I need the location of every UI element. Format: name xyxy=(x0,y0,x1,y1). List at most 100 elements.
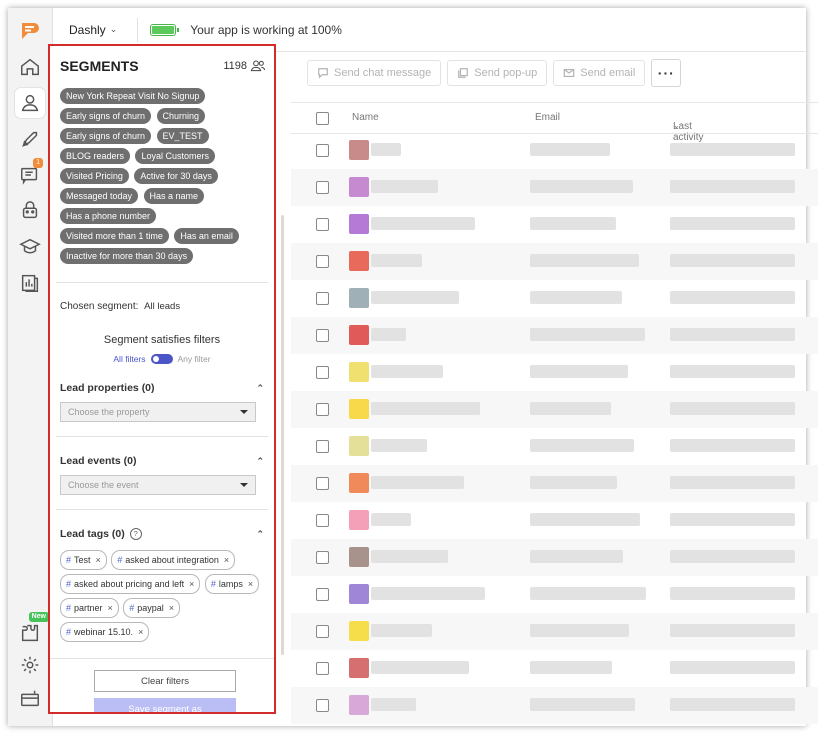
collapse-icon[interactable]: ⌃ xyxy=(256,383,264,394)
billing-icon[interactable] xyxy=(15,684,45,714)
table-row[interactable] xyxy=(291,428,818,465)
row-checkbox[interactable] xyxy=(316,625,329,638)
segment-chip[interactable]: BLOG readers xyxy=(60,148,131,164)
academy-icon[interactable] xyxy=(15,232,45,262)
segment-chip[interactable]: EV_TEST xyxy=(156,128,209,144)
remove-tag-icon[interactable]: × xyxy=(138,624,143,640)
app-selector[interactable]: Dashly ⌄ xyxy=(69,23,117,37)
column-name[interactable]: Name xyxy=(352,112,379,123)
row-checkbox[interactable] xyxy=(316,181,329,194)
segment-chip[interactable]: Inactive for more than 30 days xyxy=(60,248,194,264)
segment-chip[interactable]: Active for 30 days xyxy=(134,168,218,184)
leads-icon[interactable] xyxy=(15,88,45,118)
segment-chip[interactable]: Visited more than 1 time xyxy=(60,228,169,244)
save-segment-button[interactable]: Save segment as xyxy=(94,698,236,712)
row-checkbox[interactable] xyxy=(316,588,329,601)
tag-chip[interactable]: # webinar 15.10. × xyxy=(60,622,150,643)
any-filter-label[interactable]: Any filter xyxy=(178,354,211,364)
table-row[interactable] xyxy=(291,391,818,428)
tag-chip[interactable]: # lamps × xyxy=(204,574,260,595)
row-checkbox[interactable] xyxy=(316,514,329,527)
chats-icon[interactable]: 1 xyxy=(15,158,45,190)
segment-chip[interactable]: Has an email xyxy=(174,228,239,244)
table-row[interactable] xyxy=(291,687,818,724)
segment-chip[interactable]: Loyal Customers xyxy=(135,148,216,164)
table-row[interactable] xyxy=(291,280,818,317)
segment-chip[interactable]: Visited Pricing xyxy=(60,168,129,184)
clear-filters-button[interactable]: Clear filters xyxy=(94,670,236,692)
send-email-button[interactable]: Send email xyxy=(553,60,646,86)
remove-tag-icon[interactable]: × xyxy=(189,576,194,592)
select-all-checkbox[interactable] xyxy=(316,112,329,125)
segment-chip[interactable]: New York Repeat Visit No Signup xyxy=(60,88,206,104)
segment-chip[interactable]: Churning xyxy=(156,108,206,124)
tag-chip[interactable]: # partner × xyxy=(60,598,119,619)
lead-email-blurred xyxy=(530,513,640,526)
property-select[interactable]: Choose the property xyxy=(60,402,256,422)
divider xyxy=(56,436,268,437)
table-row[interactable] xyxy=(291,465,818,502)
send-popup-button[interactable]: Send pop-up xyxy=(447,60,548,86)
remove-tag-icon[interactable]: × xyxy=(169,600,174,616)
row-checkbox[interactable] xyxy=(316,144,329,157)
reports-icon[interactable] xyxy=(15,268,45,298)
avatar xyxy=(349,695,369,715)
row-checkbox[interactable] xyxy=(316,440,329,453)
remove-tag-icon[interactable]: × xyxy=(248,576,253,592)
send-chat-button[interactable]: Send chat message xyxy=(307,60,442,86)
tag-chip[interactable]: # asked about integration × xyxy=(111,550,236,571)
all-filters-label[interactable]: All filters xyxy=(113,354,145,364)
table-row[interactable] xyxy=(291,539,818,576)
rocket-icon[interactable] xyxy=(15,124,45,154)
hash-icon: # xyxy=(66,555,72,566)
row-checkbox[interactable] xyxy=(316,662,329,675)
table-row[interactable] xyxy=(291,206,818,243)
row-checkbox[interactable] xyxy=(316,292,329,305)
filter-mode-toggle[interactable]: All filters Any filter xyxy=(50,354,274,364)
table-row[interactable] xyxy=(291,502,818,539)
table-row[interactable] xyxy=(291,650,818,687)
row-checkbox[interactable] xyxy=(316,551,329,564)
collapse-icon[interactable]: ⌃ xyxy=(256,456,264,467)
remove-tag-icon[interactable]: × xyxy=(96,552,101,568)
panel-scrollbar[interactable] xyxy=(281,215,284,655)
more-actions-button[interactable]: ··· xyxy=(651,59,682,87)
filter-mode-switch[interactable] xyxy=(150,354,173,364)
row-checkbox[interactable] xyxy=(316,255,329,268)
tag-chip[interactable]: # paypal × xyxy=(123,598,181,619)
table-row[interactable] xyxy=(291,354,818,391)
chevron-down-icon: ⌄ xyxy=(109,24,118,34)
integrations-icon[interactable]: New xyxy=(15,612,49,648)
bot-icon[interactable] xyxy=(15,196,45,226)
table-row[interactable] xyxy=(291,169,818,206)
row-checkbox[interactable] xyxy=(316,218,329,231)
table-row[interactable] xyxy=(291,576,818,613)
home-icon[interactable] xyxy=(15,52,45,82)
row-checkbox[interactable] xyxy=(316,366,329,379)
lead-email-blurred xyxy=(530,661,612,674)
dashly-logo[interactable] xyxy=(15,16,45,46)
collapse-icon[interactable]: ⌃ xyxy=(256,529,264,540)
segment-chip[interactable]: Has a phone number xyxy=(60,208,157,224)
event-select[interactable]: Choose the event xyxy=(60,475,256,495)
row-checkbox[interactable] xyxy=(316,699,329,712)
tag-chip[interactable]: # asked about pricing and left × xyxy=(60,574,201,595)
remove-tag-icon[interactable]: × xyxy=(108,600,113,616)
row-checkbox[interactable] xyxy=(316,329,329,342)
segment-chip[interactable]: Messaged today xyxy=(60,188,139,204)
help-icon[interactable]: ? xyxy=(129,528,142,541)
segment-chip[interactable]: Has a name xyxy=(143,188,205,204)
tag-chip[interactable]: # Test × xyxy=(60,550,107,571)
table-row[interactable] xyxy=(291,132,818,169)
table-row[interactable] xyxy=(291,613,818,650)
segment-chip[interactable]: Early signs of churn xyxy=(60,108,152,124)
table-row[interactable] xyxy=(291,317,818,354)
row-checkbox[interactable] xyxy=(316,477,329,490)
table-row[interactable] xyxy=(291,243,818,280)
segment-chip[interactable]: Early signs of churn xyxy=(60,128,152,144)
tag-label: paypal xyxy=(137,603,164,614)
remove-tag-icon[interactable]: × xyxy=(224,552,229,568)
settings-icon[interactable] xyxy=(15,650,45,680)
row-checkbox[interactable] xyxy=(316,403,329,416)
column-email[interactable]: Email xyxy=(535,112,560,123)
